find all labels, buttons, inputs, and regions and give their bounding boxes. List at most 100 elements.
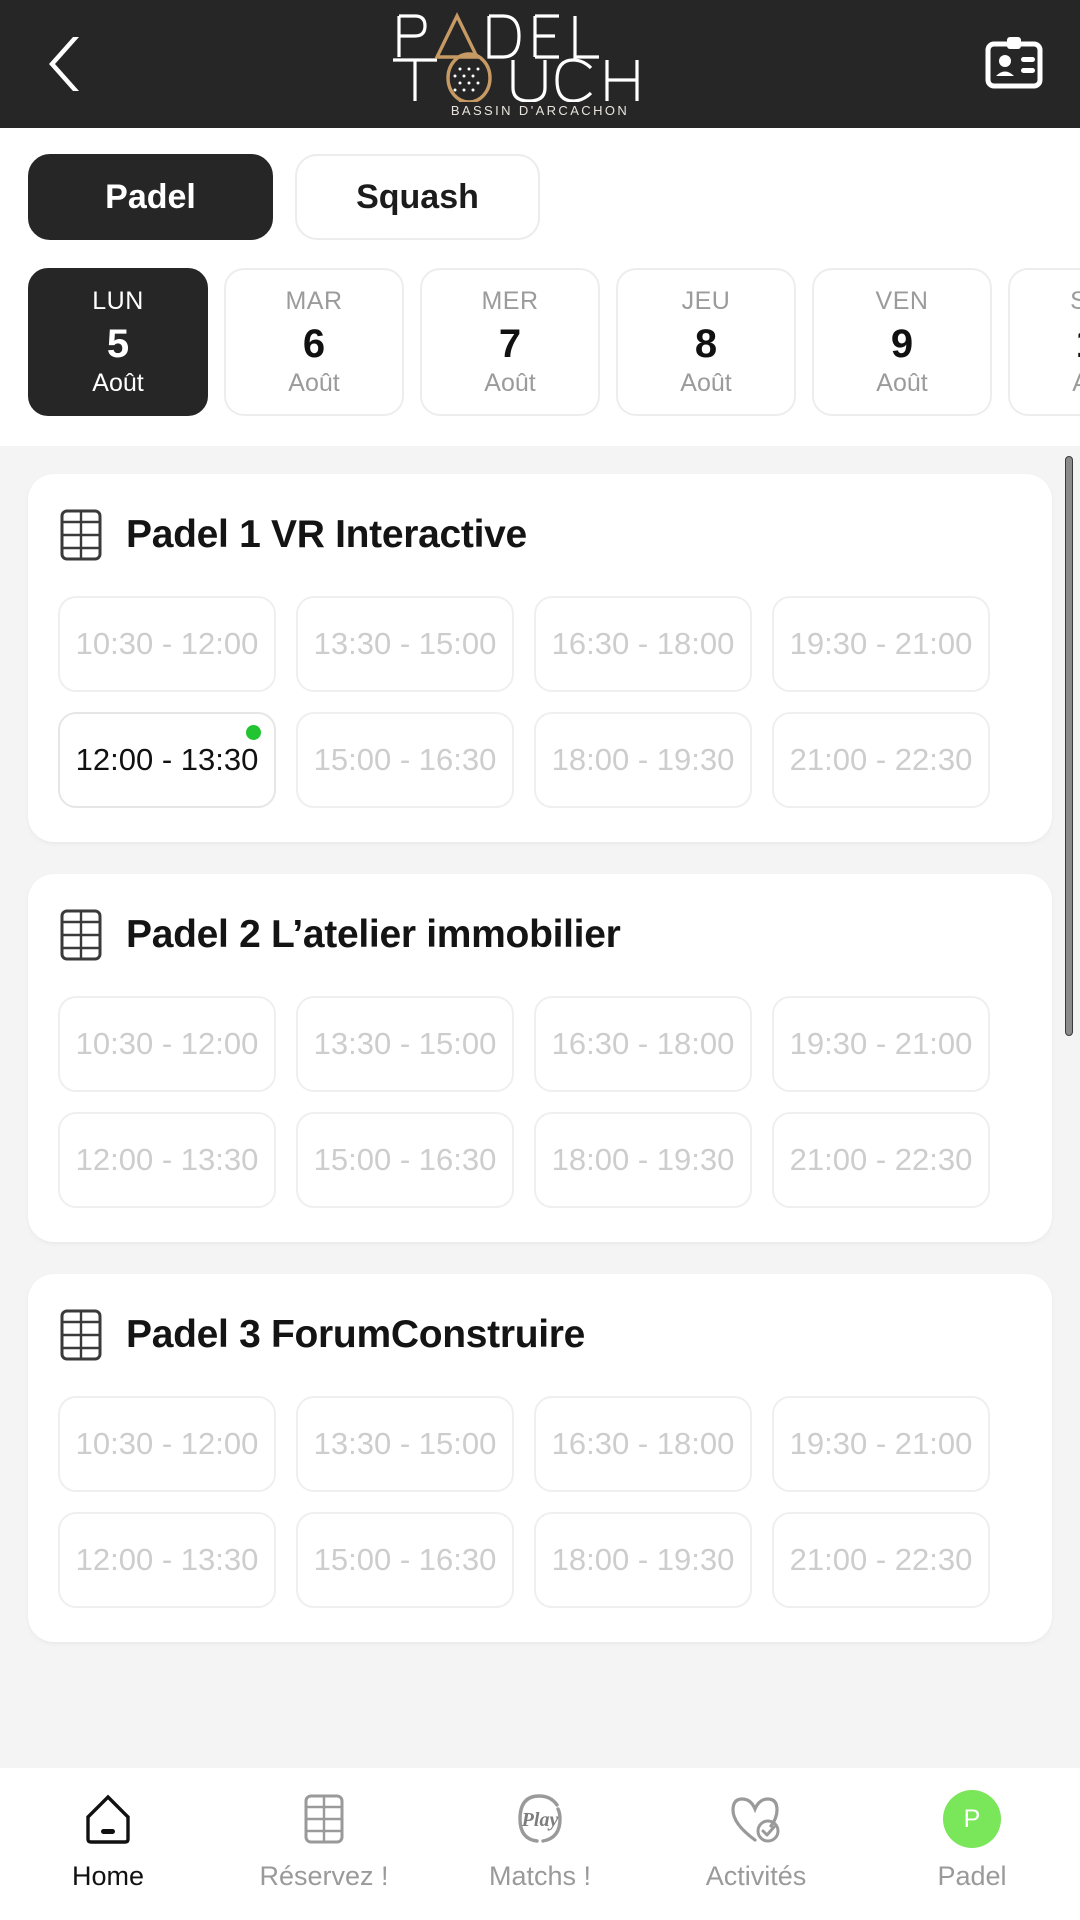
id-card-button[interactable] bbox=[982, 32, 1046, 96]
date-day: 5 bbox=[106, 321, 130, 366]
time-slot-label: 16:30 - 18:00 bbox=[551, 1426, 735, 1461]
time-slot[interactable]: 18:00 - 19:30 bbox=[534, 1112, 752, 1208]
court-title: Padel 3 ForumConstruire bbox=[126, 1313, 586, 1356]
slot-row: 12:00 - 13:30 15:00 - 16:30 18:00 - 19:3… bbox=[58, 1112, 1022, 1208]
time-slot-label: 15:00 - 16:30 bbox=[313, 742, 497, 777]
time-slot[interactable]: 15:00 - 16:30 bbox=[296, 1512, 514, 1608]
back-button[interactable] bbox=[36, 28, 94, 100]
padel-court-icon bbox=[295, 1790, 353, 1848]
scrollbar-thumb[interactable] bbox=[1065, 456, 1073, 1036]
time-slot-label: 18:00 - 19:30 bbox=[551, 1142, 735, 1177]
date-card-10[interactable]: SAM 10 Août bbox=[1008, 268, 1080, 416]
nav-item-matchs[interactable]: Play Matchs ! bbox=[432, 1790, 648, 1892]
date-card-7[interactable]: MER 7 Août bbox=[420, 268, 600, 416]
date-selector[interactable]: LUN 5 Août MAR 6 Août MER 7 Août JEU 8 A… bbox=[0, 240, 1080, 446]
time-slot-label: 19:30 - 21:00 bbox=[789, 1026, 973, 1061]
time-slot[interactable]: 16:30 - 18:00 bbox=[534, 1396, 752, 1492]
time-slot[interactable]: 21:00 - 22:30 bbox=[772, 712, 990, 808]
time-slot[interactable]: 15:00 - 16:30 bbox=[296, 712, 514, 808]
date-card-6[interactable]: MAR 6 Août bbox=[224, 268, 404, 416]
date-card-5[interactable]: LUN 5 Août bbox=[28, 268, 208, 416]
court-header: Padel 3 ForumConstruire bbox=[58, 1308, 1022, 1362]
date-day: 6 bbox=[302, 321, 326, 366]
court-card: Padel 3 ForumConstruire 10:30 - 12:00 13… bbox=[28, 1274, 1052, 1642]
chevron-left-icon bbox=[49, 37, 79, 91]
time-slot-label: 12:00 - 13:30 bbox=[75, 1142, 259, 1177]
brand-logo: BASSIN D'ARCACHON bbox=[375, 6, 705, 122]
time-slot[interactable]: 13:30 - 15:00 bbox=[296, 1396, 514, 1492]
time-slot-label: 13:30 - 15:00 bbox=[313, 1426, 497, 1461]
time-slot[interactable]: 10:30 - 12:00 bbox=[58, 596, 276, 692]
time-slot[interactable]: 12:00 - 13:30 bbox=[58, 1512, 276, 1608]
time-slot[interactable]: 12:00 - 13:30 bbox=[58, 712, 276, 808]
date-dow: MER bbox=[481, 286, 539, 315]
date-dow: VEN bbox=[875, 286, 929, 315]
logo-subtitle: BASSIN D'ARCACHON bbox=[450, 103, 630, 118]
time-slot-label: 21:00 - 22:30 bbox=[789, 1142, 973, 1177]
date-day: 7 bbox=[498, 321, 522, 366]
time-slot[interactable]: 12:00 - 13:30 bbox=[58, 1112, 276, 1208]
court-title: Padel 1 VR Interactive bbox=[126, 513, 527, 556]
time-slot[interactable]: 18:00 - 19:30 bbox=[534, 1512, 752, 1608]
slot-row: 12:00 - 13:30 15:00 - 16:30 18:00 - 19:3… bbox=[58, 712, 1022, 808]
slot-row: 10:30 - 12:00 13:30 - 15:00 16:30 - 18:0… bbox=[58, 1396, 1022, 1492]
date-day: 10 bbox=[1076, 319, 1080, 369]
time-slot-label: 16:30 - 18:00 bbox=[551, 1026, 735, 1061]
date-day: 8 bbox=[694, 321, 718, 366]
sport-tab-padel[interactable]: Padel bbox=[28, 154, 273, 240]
nav-item-reservez[interactable]: Réservez ! bbox=[216, 1790, 432, 1892]
time-slot[interactable]: 19:30 - 21:00 bbox=[772, 1396, 990, 1492]
time-slot[interactable]: 19:30 - 21:00 bbox=[772, 996, 990, 1092]
nav-item-home[interactable]: Home bbox=[0, 1790, 216, 1892]
nav-label: Activités bbox=[705, 1861, 807, 1891]
time-slot[interactable]: 13:30 - 15:00 bbox=[296, 596, 514, 692]
date-card-8[interactable]: JEU 8 Août bbox=[616, 268, 796, 416]
time-slot-label: 10:30 - 12:00 bbox=[75, 1026, 259, 1061]
time-slot[interactable]: 21:00 - 22:30 bbox=[772, 1512, 990, 1608]
date-dow: JEU bbox=[681, 286, 731, 315]
vertical-scrollbar[interactable] bbox=[1064, 446, 1074, 1920]
time-slot[interactable]: 10:30 - 12:00 bbox=[58, 996, 276, 1092]
app-screen: BASSIN D'ARCACHON Padel Squash LUN 5 Aoû… bbox=[0, 0, 1080, 1920]
svg-text:Play: Play bbox=[521, 1809, 559, 1831]
slot-row: 10:30 - 12:00 13:30 - 15:00 16:30 - 18:0… bbox=[58, 996, 1022, 1092]
time-slot[interactable]: 19:30 - 21:00 bbox=[772, 596, 990, 692]
slot-grid: 10:30 - 12:00 13:30 - 15:00 16:30 - 18:0… bbox=[58, 1396, 1022, 1608]
time-slot-label: 12:00 - 13:30 bbox=[75, 742, 259, 777]
date-month: Août bbox=[1072, 370, 1080, 396]
availability-dot bbox=[246, 725, 261, 740]
date-month: Août bbox=[484, 368, 536, 397]
time-slot-label: 15:00 - 16:30 bbox=[313, 1542, 497, 1577]
court-card: Padel 2 L’atelier immobilier 10:30 - 12:… bbox=[28, 874, 1052, 1242]
nav-item-activites[interactable]: Activités bbox=[648, 1790, 864, 1892]
sport-tab-squash[interactable]: Squash bbox=[295, 154, 540, 240]
avatar-initial: P bbox=[943, 1790, 1001, 1848]
slot-grid: 10:30 - 12:00 13:30 - 15:00 16:30 - 18:0… bbox=[58, 996, 1022, 1208]
sport-tab-squash-label: Squash bbox=[356, 177, 479, 216]
time-slot[interactable]: 10:30 - 12:00 bbox=[58, 1396, 276, 1492]
time-slot[interactable]: 18:00 - 19:30 bbox=[534, 712, 752, 808]
time-slot[interactable]: 16:30 - 18:00 bbox=[534, 996, 752, 1092]
time-slot[interactable]: 13:30 - 15:00 bbox=[296, 996, 514, 1092]
court-header: Padel 1 VR Interactive bbox=[58, 508, 1022, 562]
time-slot-label: 15:00 - 16:30 bbox=[313, 1142, 497, 1177]
home-icon bbox=[79, 1790, 137, 1848]
time-slot[interactable]: 21:00 - 22:30 bbox=[772, 1112, 990, 1208]
padel-court-icon bbox=[60, 1309, 102, 1361]
time-slot-label: 13:30 - 15:00 bbox=[313, 626, 497, 661]
time-slot-label: 18:00 - 19:30 bbox=[551, 742, 735, 777]
court-list: Padel 1 VR Interactive 10:30 - 12:00 13:… bbox=[0, 446, 1080, 1920]
date-card-9[interactable]: VEN 9 Août bbox=[812, 268, 992, 416]
date-day: 9 bbox=[890, 321, 914, 366]
padel-touch-logo-icon bbox=[393, 12, 639, 102]
time-slot[interactable]: 16:30 - 18:00 bbox=[534, 596, 752, 692]
court-card: Padel 1 VR Interactive 10:30 - 12:00 13:… bbox=[28, 474, 1052, 842]
time-slot-label: 12:00 - 13:30 bbox=[75, 1542, 259, 1577]
time-slot-label: 19:30 - 21:00 bbox=[789, 1426, 973, 1461]
bottom-navigation: Home Réservez ! Play Matchs ! Activités … bbox=[0, 1768, 1080, 1920]
time-slot-label: 21:00 - 22:30 bbox=[789, 1542, 973, 1577]
padel-court-icon bbox=[60, 909, 102, 961]
nav-item-padel-profile[interactable]: P Padel bbox=[864, 1790, 1080, 1892]
time-slot-label: 19:30 - 21:00 bbox=[789, 626, 973, 661]
time-slot[interactable]: 15:00 - 16:30 bbox=[296, 1112, 514, 1208]
